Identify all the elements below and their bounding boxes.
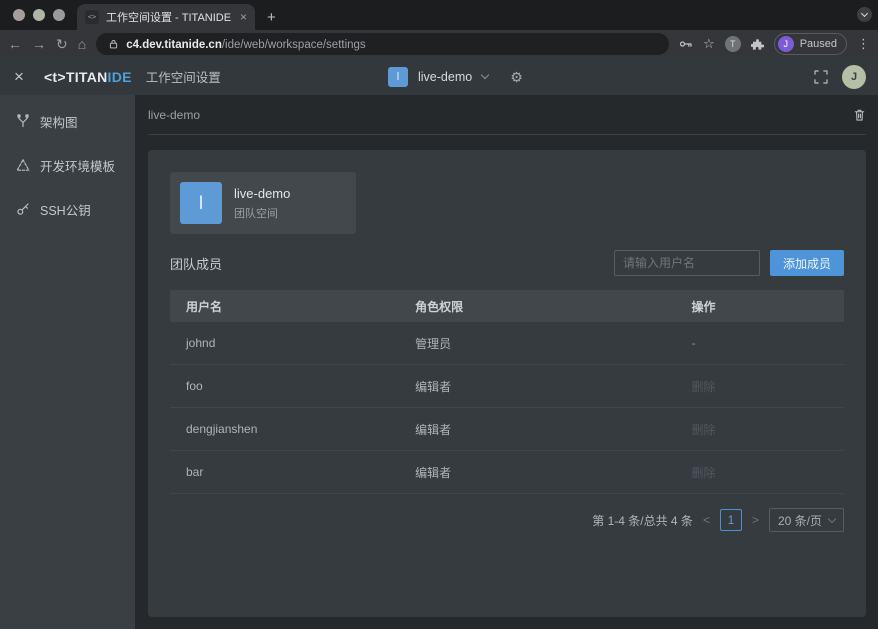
forward-button[interactable]: → <box>32 37 46 51</box>
col-role: 角色权限 <box>399 298 675 315</box>
home-button[interactable]: ⌂ <box>78 37 86 51</box>
main-content: live-demo l live-demo 团队空间 团队成员 添加成员 <box>135 95 878 629</box>
workspace-name: live-demo <box>418 70 472 84</box>
workspace-card-avatar: l <box>180 182 222 224</box>
delete-member-link[interactable]: 删除 <box>675 421 844 438</box>
bookmark-star-icon[interactable]: ☆ <box>703 36 715 52</box>
fullscreen-icon[interactable] <box>814 70 828 84</box>
content-topbar: live-demo <box>148 95 866 135</box>
table-row: bar 编辑者 删除 <box>170 451 844 494</box>
profile-avatar: J <box>778 36 794 52</box>
chevron-down-icon <box>828 514 836 522</box>
col-actions: 操作 <box>675 298 844 315</box>
cell-username: dengjianshen <box>170 422 399 436</box>
back-button[interactable]: ← <box>8 37 22 51</box>
window-controls <box>0 0 77 30</box>
workspace-card-title: live-demo <box>234 186 290 201</box>
chevron-down-icon[interactable] <box>481 71 489 79</box>
key-icon <box>16 202 30 216</box>
current-page-button[interactable]: 1 <box>720 509 742 531</box>
cell-role: 编辑者 <box>399 421 675 438</box>
tab-search-icon[interactable] <box>857 7 872 22</box>
app-close-icon[interactable]: × <box>14 68 24 85</box>
browser-tab[interactable]: <> 工作空间设置 - TITANIDE × <box>77 4 255 30</box>
cell-action: - <box>675 336 844 350</box>
table-row: johnd 管理员 - <box>170 322 844 365</box>
workspace-avatar: l <box>388 67 408 87</box>
members-table: 用户名 角色权限 操作 johnd 管理员 - foo 编辑者 删除 <box>170 290 844 494</box>
page-size-value: 20 条/页 <box>778 512 822 529</box>
workspace-card-subtitle: 团队空间 <box>234 205 290 221</box>
username-input[interactable] <box>614 250 760 276</box>
reload-button[interactable]: ↻ <box>56 37 68 51</box>
cell-role: 编辑者 <box>399 464 675 481</box>
sidebar-item-templates[interactable]: 开发环境模板 <box>0 143 135 187</box>
delete-workspace-trash-icon[interactable] <box>853 108 866 122</box>
table-row: foo 编辑者 删除 <box>170 365 844 408</box>
delete-member-link[interactable]: 删除 <box>675 464 844 481</box>
tab-favicon-icon: <> <box>85 10 99 24</box>
tab-title: 工作空间设置 - TITANIDE <box>106 9 233 25</box>
branch-icon <box>16 114 30 128</box>
tab-close-icon[interactable]: × <box>240 11 247 23</box>
lock-icon <box>108 38 119 50</box>
titanide-logo: <t>TITANIDE <box>44 69 132 85</box>
sidebar-item-ssh-keys[interactable]: SSH公钥 <box>0 187 135 231</box>
zoom-window-button[interactable] <box>53 9 65 21</box>
user-avatar[interactable]: J <box>842 65 866 89</box>
members-section-title: 团队成员 <box>170 254 614 273</box>
sync-paused-label: Paused <box>800 38 837 50</box>
breadcrumb: live-demo <box>148 108 200 122</box>
password-key-icon[interactable] <box>679 38 693 50</box>
browser-profile-button[interactable]: J Paused <box>774 33 847 55</box>
address-bar[interactable]: c4.dev.titanide.cn/ide/web/workspace/set… <box>96 33 669 55</box>
template-icon <box>16 158 30 172</box>
prev-page-icon[interactable]: < <box>703 513 710 527</box>
sidebar-item-architecture[interactable]: 架构图 <box>0 99 135 143</box>
table-header-row: 用户名 角色权限 操作 <box>170 290 844 322</box>
settings-panel: l live-demo 团队空间 团队成员 添加成员 用户名 角色权限 操作 <box>148 150 866 617</box>
table-row: dengjianshen 编辑者 删除 <box>170 408 844 451</box>
next-page-icon[interactable]: > <box>752 513 759 527</box>
workspace-switcher[interactable]: l live-demo ⚙ <box>388 67 523 87</box>
tab-strip: <> 工作空间设置 - TITANIDE × + <box>0 0 878 30</box>
workspace-settings-gear-icon[interactable]: ⚙ <box>510 70 523 84</box>
cell-username: foo <box>170 379 399 393</box>
sidebar-item-label: 开发环境模板 <box>40 156 115 175</box>
sidebar-item-label: SSH公钥 <box>40 200 91 219</box>
page-title: 工作空间设置 <box>146 67 221 86</box>
minimize-window-button[interactable] <box>33 9 45 21</box>
add-member-button[interactable]: 添加成员 <box>770 250 844 276</box>
cell-role: 管理员 <box>399 335 675 352</box>
browser-menu-icon[interactable]: ⋮ <box>857 36 870 52</box>
page-size-select[interactable]: 20 条/页 <box>769 508 844 532</box>
app-header: × <t>TITANIDE 工作空间设置 l live-demo ⚙ J <box>0 58 878 95</box>
url-host: c4.dev.titanide.cn <box>126 39 222 51</box>
browser-toolbar: ← → ↻ ⌂ c4.dev.titanide.cn/ide/web/works… <box>0 30 878 58</box>
url-path: /ide/web/workspace/settings <box>222 39 366 51</box>
workspace-card: l live-demo 团队空间 <box>170 172 356 234</box>
sidebar: 架构图 开发环境模板 SSH公钥 <box>0 95 135 629</box>
extensions-puzzle-icon[interactable] <box>751 38 764 51</box>
close-window-button[interactable] <box>13 9 25 21</box>
extension-t-icon[interactable]: T <box>725 36 741 52</box>
sidebar-item-label: 架构图 <box>40 112 78 131</box>
members-section-header: 团队成员 添加成员 <box>170 250 844 276</box>
delete-member-link[interactable]: 删除 <box>675 378 844 395</box>
browser-window: <> 工作空间设置 - TITANIDE × + ← → ↻ ⌂ c4.dev.… <box>0 0 878 629</box>
cell-role: 编辑者 <box>399 378 675 395</box>
cell-username: bar <box>170 465 399 479</box>
col-username: 用户名 <box>170 298 399 315</box>
pagination-summary: 第 1-4 条/总共 4 条 <box>592 512 693 529</box>
new-tab-button[interactable]: + <box>267 9 276 26</box>
pagination: 第 1-4 条/总共 4 条 < 1 > 20 条/页 <box>170 508 844 532</box>
cell-username: johnd <box>170 336 399 350</box>
